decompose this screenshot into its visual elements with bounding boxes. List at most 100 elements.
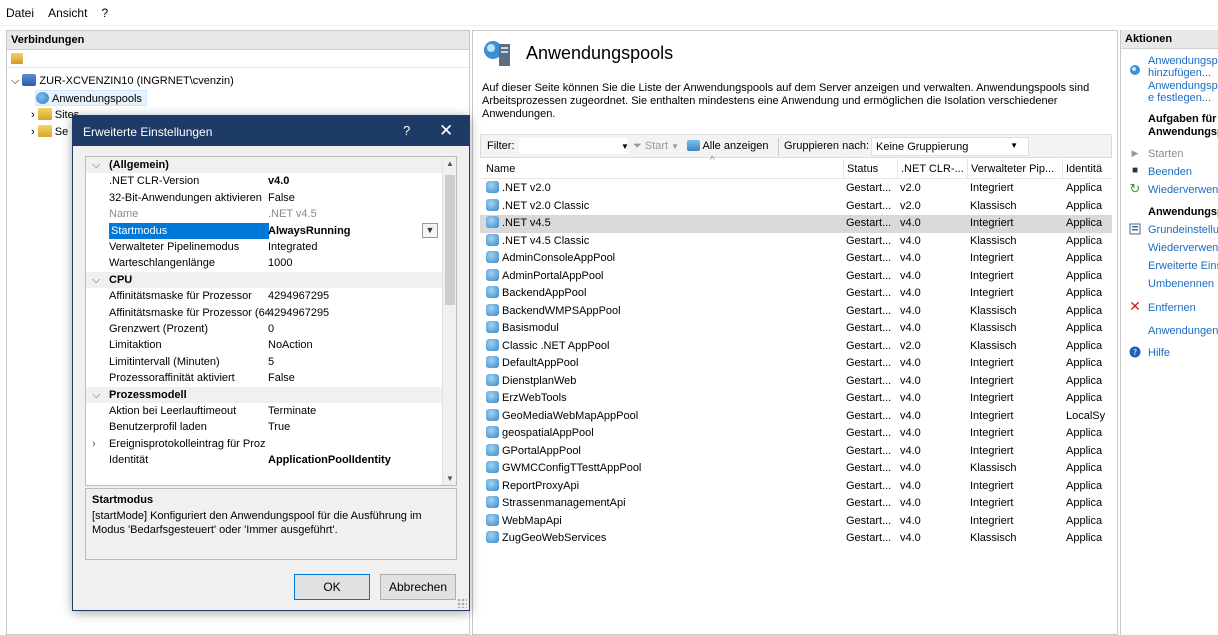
tree-server[interactable]: ⌵ ZUR-XCVENZIN10 (INGRNET\cvenzin) bbox=[11, 73, 234, 89]
table-row[interactable]: ErzWebTools Gestart... v4.0 Integriert Appli… bbox=[480, 390, 1112, 408]
filter-input[interactable] bbox=[519, 138, 627, 154]
property-row[interactable]: Startmodus AlwaysRunning ▼ bbox=[86, 222, 442, 239]
add-pool-action[interactable]: Anwendungsp hinzufügen... bbox=[1148, 55, 1218, 79]
property-row[interactable]: Limitaktion NoAction bbox=[86, 337, 442, 353]
property-row[interactable]: Affinitätsmaske für Prozessor (64 4294967… bbox=[86, 305, 442, 321]
property-row[interactable]: Affinitätsmaske für Prozessor 4294967295 bbox=[86, 288, 442, 304]
chevron-down-icon[interactable]: ⌵ bbox=[11, 75, 19, 87]
property-value[interactable]: 4294967295 bbox=[268, 305, 438, 321]
view-applications-action[interactable]: Anwendungen bbox=[1148, 325, 1218, 337]
ok-button[interactable]: OK bbox=[294, 574, 370, 600]
table-row[interactable]: GWMCConfigTTesttAppPool Gestart... v4.0 Kla… bbox=[480, 460, 1112, 478]
cancel-button[interactable]: Abbrechen bbox=[380, 574, 456, 600]
chevron-down-icon[interactable]: ⌵ bbox=[92, 387, 100, 403]
table-row[interactable]: ReportProxyApi Gestart... v4.0 Integriert Ap… bbox=[480, 478, 1112, 496]
table-row[interactable]: StrassenmanagementApi Gestart... v4.0 Integ… bbox=[480, 495, 1112, 513]
table-row[interactable]: DienstplanWeb Gestart... v4.0 Integriert App… bbox=[480, 373, 1112, 391]
table-row[interactable]: BackendAppPool Gestart... v4.0 Integriert Ap… bbox=[480, 285, 1112, 303]
table-row[interactable]: AdminPortalAppPool Gestart... v4.0 Integrie… bbox=[480, 268, 1112, 286]
property-category[interactable]: ⌵ Prozessmodell bbox=[86, 386, 442, 403]
property-row[interactable]: .NET CLR-Version v4.0 bbox=[86, 173, 442, 189]
chevron-down-icon[interactable]: ⌵ bbox=[92, 272, 100, 288]
chevron-right-icon[interactable]: › bbox=[31, 109, 35, 121]
property-category[interactable]: ⌵ CPU bbox=[86, 271, 442, 289]
chevron-down-icon[interactable]: ⌵ bbox=[92, 157, 100, 173]
chevron-right-icon[interactable]: › bbox=[92, 436, 96, 452]
table-row[interactable]: Classic .NET AppPool Gestart... v2.0 Klassi… bbox=[480, 338, 1112, 356]
table-row[interactable]: DefaultAppPool Gestart... v4.0 Integriert Ap… bbox=[480, 355, 1112, 373]
table-row[interactable]: AdminConsoleAppPool Gestart... v4.0 Integri… bbox=[480, 250, 1112, 268]
chevron-right-icon[interactable]: › bbox=[31, 126, 35, 138]
start-filter-button[interactable]: ⏷ Start ▼ bbox=[633, 140, 679, 153]
property-value[interactable]: Terminate bbox=[268, 403, 438, 419]
connect-icon[interactable] bbox=[11, 53, 23, 64]
table-row[interactable]: GPortalAppPool Gestart... v4.0 Integriert Ap… bbox=[480, 443, 1112, 461]
property-row[interactable]: › Ereignisprotokolleintrag für Proz bbox=[86, 436, 442, 452]
recycling-action[interactable]: Wiederverwend bbox=[1148, 242, 1218, 254]
property-value[interactable]: False bbox=[268, 370, 438, 386]
property-value[interactable]: Integrated bbox=[268, 239, 438, 255]
table-row[interactable]: WebMapApi Gestart... v4.0 Integriert Applica bbox=[480, 513, 1112, 531]
table-row[interactable]: .NET v2.0 Gestart... v2.0 Integriert Applica bbox=[480, 180, 1112, 198]
stop-action[interactable]: Beenden bbox=[1148, 166, 1192, 178]
scroll-up-icon[interactable]: ▲ bbox=[446, 159, 454, 168]
property-value[interactable]: False bbox=[268, 190, 438, 206]
chevron-down-icon[interactable]: ▼ bbox=[422, 222, 438, 238]
advanced-settings-action[interactable]: Erweiterte Einst bbox=[1148, 260, 1218, 272]
menu-help[interactable]: ? bbox=[96, 0, 114, 20]
menu-ansicht[interactable]: Ansicht bbox=[42, 0, 92, 20]
property-value[interactable]: True bbox=[268, 419, 438, 435]
resize-grip[interactable] bbox=[457, 598, 467, 608]
property-value[interactable]: 5 bbox=[268, 354, 438, 370]
column-name[interactable]: Name bbox=[486, 163, 636, 175]
help-action[interactable]: Hilfe bbox=[1148, 347, 1170, 359]
column-identity[interactable]: Identitä bbox=[1062, 159, 1112, 179]
basic-settings-action[interactable]: Grundeinstellu bbox=[1148, 224, 1218, 236]
property-row[interactable]: Limitintervall (Minuten) 5 bbox=[86, 354, 442, 370]
set-defaults-action[interactable]: Anwendungsp e festlegen... bbox=[1148, 80, 1218, 104]
table-row[interactable]: GeoMediaWebMapAppPool Gestart... v4.0 Integ… bbox=[480, 408, 1112, 426]
scrollbar-thumb[interactable] bbox=[445, 175, 455, 305]
property-row[interactable]: Warteschlangenlänge 1000 bbox=[86, 255, 442, 271]
property-row[interactable]: Grenzwert (Prozent) 0 bbox=[86, 321, 442, 337]
start-action[interactable]: Starten bbox=[1148, 148, 1183, 160]
property-value[interactable]: AlwaysRunning bbox=[268, 223, 438, 239]
recycle-action[interactable]: Wiederverwend bbox=[1148, 184, 1218, 196]
property-grid-scrollbar[interactable]: ▲ ▼ bbox=[442, 157, 456, 485]
table-row[interactable]: ZugGeoWebServices Gestart... v4.0 Klassisch… bbox=[480, 530, 1112, 548]
property-value[interactable]: 0 bbox=[268, 321, 438, 337]
property-row[interactable]: Identität ApplicationPoolIdentity bbox=[86, 452, 442, 468]
property-row[interactable]: Aktion bei Leerlauftimeout Terminate bbox=[86, 403, 442, 419]
filter-dropdown-icon[interactable]: ▼ bbox=[621, 142, 629, 151]
table-row[interactable]: Basismodul Gestart... v4.0 Klassisch Applica bbox=[480, 320, 1112, 338]
dialog-help-button[interactable]: ? bbox=[403, 123, 410, 138]
property-row[interactable]: Benutzerprofil laden True bbox=[86, 419, 442, 435]
tree-application-pools[interactable]: Anwendungspools bbox=[35, 90, 147, 106]
table-row[interactable]: .NET v4.5 Gestart... v4.0 Integriert Applica bbox=[480, 215, 1112, 233]
property-value[interactable]: v4.0 bbox=[268, 173, 438, 189]
menu-datei[interactable]: Datei bbox=[0, 0, 39, 20]
property-value[interactable]: NoAction bbox=[268, 337, 438, 353]
table-row[interactable]: geospatialAppPool Gestart... v4.0 Integrier… bbox=[480, 425, 1112, 443]
table-row[interactable]: .NET v2.0 Classic Gestart... v2.0 Klassisch… bbox=[480, 198, 1112, 216]
property-row[interactable]: 32-Bit-Anwendungen aktivieren False bbox=[86, 190, 442, 206]
dialog-title-bar[interactable]: Erweiterte Einstellungen ? ✕ bbox=[73, 116, 469, 146]
remove-action[interactable]: Entfernen bbox=[1148, 302, 1196, 314]
property-row[interactable]: Verwalteter Pipelinemodus Integrated bbox=[86, 239, 442, 255]
property-value[interactable]: 1000 bbox=[268, 255, 438, 271]
property-value[interactable]: ApplicationPoolIdentity bbox=[268, 452, 438, 468]
property-row[interactable]: Prozessoraffinität aktiviert False bbox=[86, 370, 442, 386]
column-pipeline[interactable]: Verwalteter Pip... bbox=[967, 159, 1062, 179]
show-all-button[interactable]: Alle anzeigen bbox=[687, 140, 769, 152]
table-row[interactable]: .NET v4.5 Classic Gestart... v4.0 Klassisch… bbox=[480, 233, 1112, 251]
property-row[interactable]: Name .NET v4.5 bbox=[86, 206, 442, 222]
table-row[interactable]: BackendWMPSAppPool Gestart... v4.0 Klassisc… bbox=[480, 303, 1112, 321]
group-by-select[interactable]: Keine Gruppierung ▼ bbox=[871, 137, 1029, 156]
rename-action[interactable]: Umbenennen bbox=[1148, 278, 1214, 290]
tree-third[interactable]: › Se bbox=[31, 124, 68, 140]
column-clr[interactable]: .NET CLR-... bbox=[897, 159, 967, 179]
dialog-close-button[interactable]: ✕ bbox=[439, 121, 453, 141]
property-category[interactable]: ⌵ (Allgemein) bbox=[86, 157, 442, 174]
scroll-down-icon[interactable]: ▼ bbox=[446, 474, 454, 483]
column-status[interactable]: Status bbox=[843, 159, 898, 179]
